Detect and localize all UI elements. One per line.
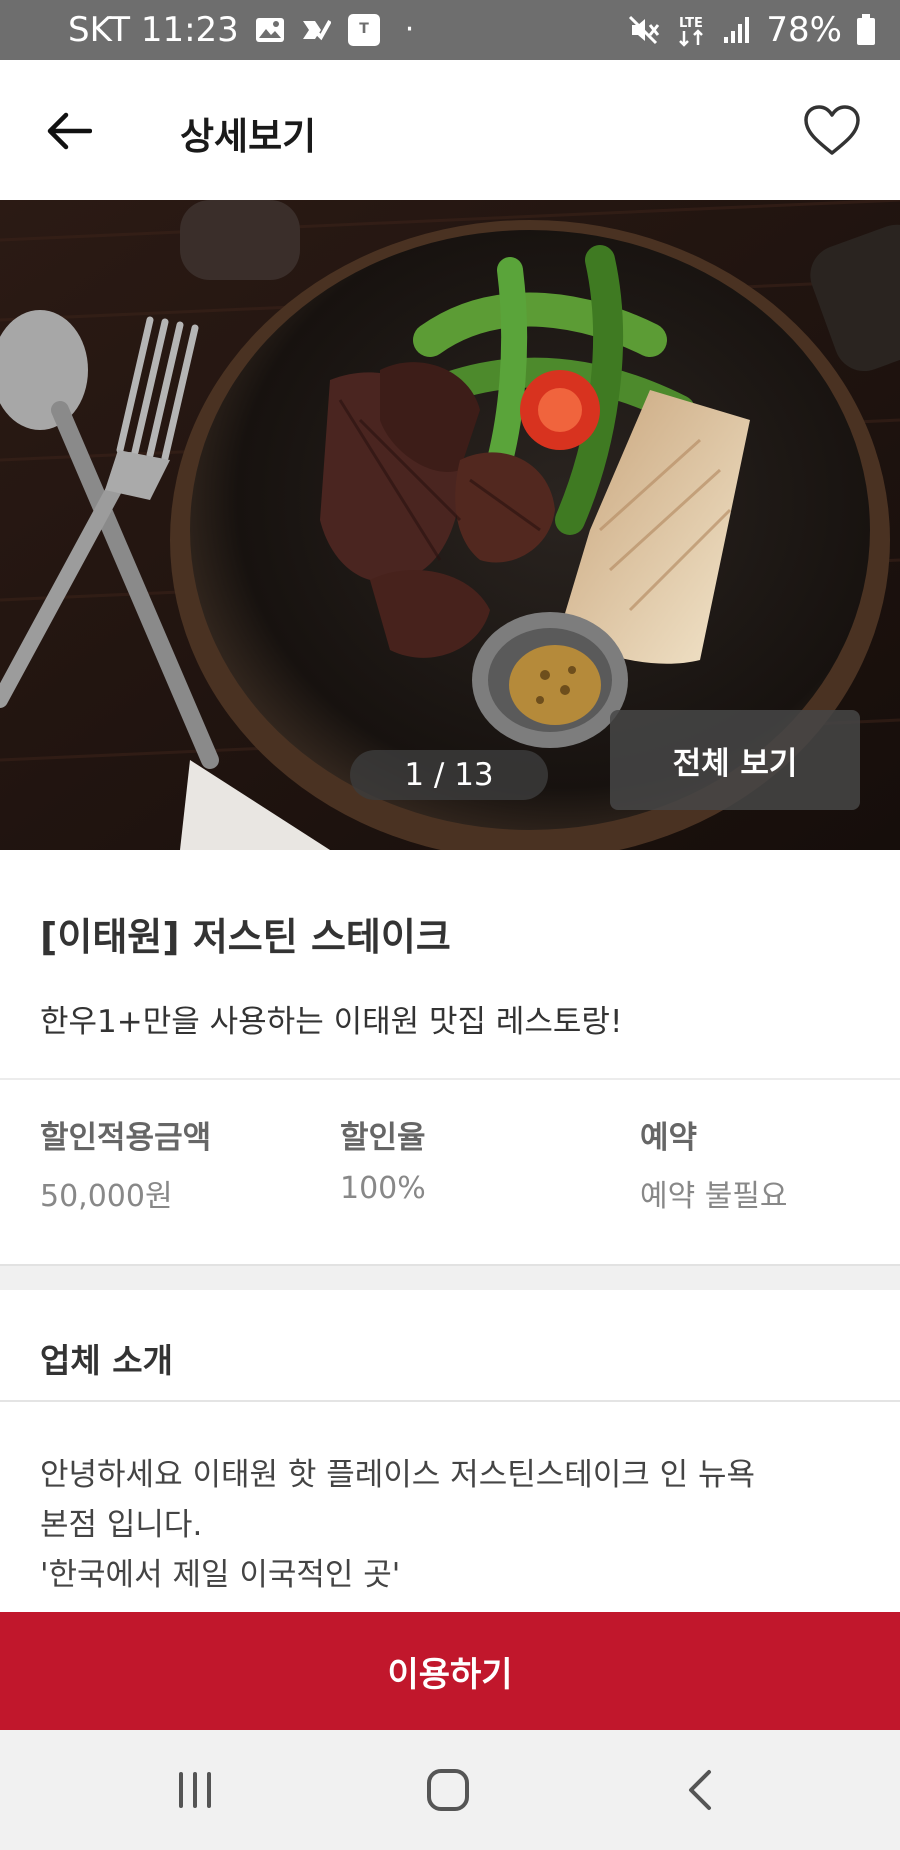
stat-label: 할인적용금액: [40, 1120, 212, 1156]
stat-discount-rate: 할인율 100%: [340, 1112, 426, 1206]
favorite-button[interactable]: [802, 100, 862, 160]
status-carrier-time: SKT 11:23: [68, 10, 239, 50]
battery-icon: [856, 14, 876, 46]
stat-label: 예약: [640, 1120, 698, 1156]
image-counter: 1 / 13: [350, 750, 548, 800]
store-tagline: 한우1+만을 사용하는 이태원 맛집 레스토랑!: [40, 1004, 623, 1040]
more-notifications-icon: ·: [404, 12, 415, 47]
status-left: SKT 11:23 T ·: [68, 10, 414, 50]
stat-discount-amount: 할인적용금액 50,000원: [40, 1112, 211, 1215]
status-bar: SKT 11:23 T · LTE 78%: [0, 0, 900, 60]
system-nav-bar: [0, 1730, 900, 1850]
stat-label: 할인율: [340, 1120, 426, 1156]
stat-reservation: 예약 예약 불필요: [640, 1112, 788, 1215]
app-header: 상세보기: [0, 60, 900, 200]
system-back-button[interactable]: [670, 1760, 730, 1820]
intro-section-title: 업체 소개: [40, 1341, 173, 1380]
section-separator: [0, 1264, 900, 1290]
status-right: LTE 78%: [628, 10, 876, 50]
intro-line: 안녕하세요 이태원 핫 플레이스 저스틴스테이크 인 뉴욕: [40, 1457, 756, 1493]
chevron-left-icon: [689, 1770, 711, 1810]
stat-value: 50,000원: [40, 1179, 173, 1214]
view-all-photos-button[interactable]: 전체 보기: [610, 710, 860, 810]
recents-icon: [179, 1772, 211, 1808]
home-icon: [427, 1769, 469, 1811]
stat-value: 예약 불필요: [640, 1179, 788, 1214]
divider: [0, 1400, 900, 1402]
mute-icon: [628, 15, 660, 45]
page-title: 상세보기: [180, 115, 317, 158]
home-button[interactable]: [418, 1760, 478, 1820]
benefit-stats: 할인적용금액 50,000원 할인율 100% 예약 예약 불필요: [0, 1112, 900, 1215]
membership-app-icon: T: [347, 13, 381, 47]
hero-image-carousel[interactable]: 1 / 13 전체 보기: [0, 200, 900, 850]
back-button[interactable]: [44, 106, 94, 156]
svg-text:T: T: [359, 21, 369, 37]
signal-icon: [722, 15, 752, 45]
lte-label: LTE: [679, 16, 703, 31]
gallery-icon: [255, 17, 285, 43]
divider: [0, 1078, 900, 1080]
battery-percent: 78%: [766, 10, 842, 50]
intro-body[interactable]: 안녕하세요 이태원 핫 플레이스 저스틴스테이크 인 뉴욕 본점 입니다. '한…: [40, 1450, 860, 1612]
heart-outline-icon: [804, 105, 860, 155]
use-button[interactable]: 이용하기: [0, 1612, 900, 1730]
stat-value: 100%: [340, 1171, 426, 1206]
recents-button[interactable]: [165, 1760, 225, 1820]
lte-icon: LTE: [674, 13, 708, 47]
intro-line: 본점 입니다.: [40, 1507, 203, 1543]
check-notification-icon: [301, 17, 331, 43]
arrow-left-icon: [47, 112, 92, 150]
store-name: [이태원] 저스틴 스테이크: [40, 915, 451, 959]
intro-line: '한국에서 제일 이국적인 곳': [40, 1557, 401, 1593]
